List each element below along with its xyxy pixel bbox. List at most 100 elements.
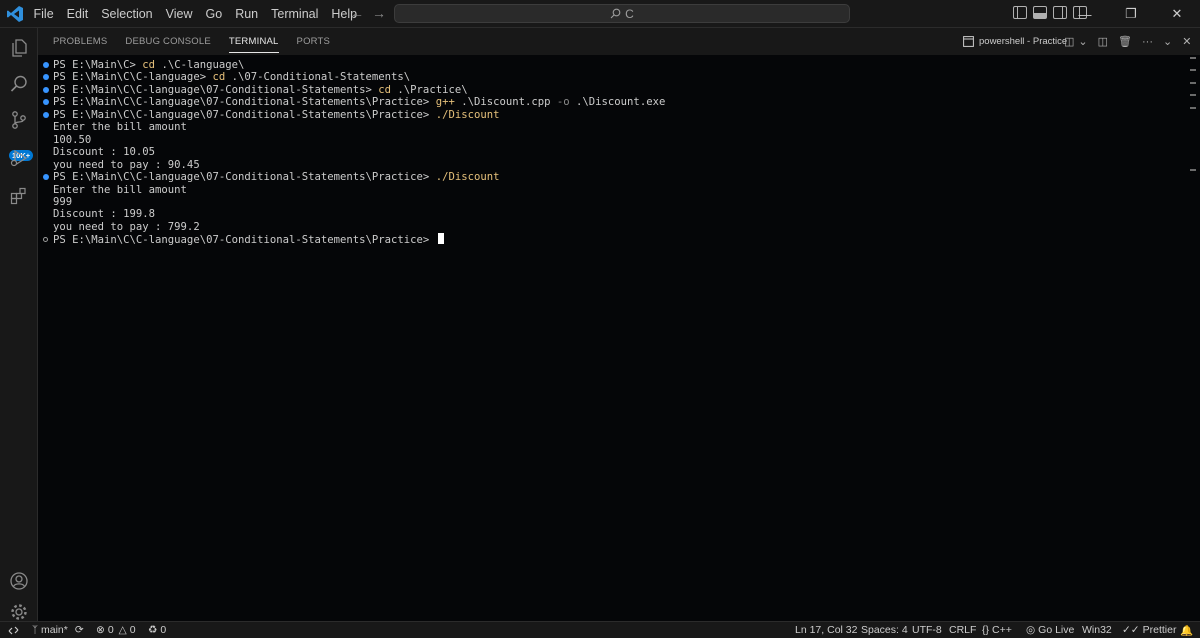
search-icon	[610, 8, 621, 19]
menu-selection[interactable]: Selection	[95, 7, 159, 21]
terminal-dropdown-icon[interactable]: ⌄	[1078, 35, 1087, 48]
command: ./Discount	[435, 108, 500, 121]
terminal-line: PS E:\Main\C\C-language\07-Conditional-S…	[43, 83, 468, 97]
ports-count: 0	[160, 624, 167, 636]
tab-debug-console[interactable]: DEBUG CONSOLE	[125, 28, 210, 55]
command: cd	[142, 59, 156, 71]
end-of-line[interactable]: CRLF	[949, 622, 976, 638]
restore-icon[interactable]: ❐	[1108, 0, 1154, 28]
split-terminal-icon[interactable]: ◫	[1064, 35, 1074, 48]
run-and-debug-icon[interactable]	[0, 140, 38, 176]
go-live-button[interactable]: ◎ Go Live	[1026, 622, 1074, 638]
command: cd	[212, 71, 226, 84]
remote-indicator-icon[interactable]	[0, 622, 27, 638]
prompt: PS E:\Main\C\C-language\07-Conditional-S…	[53, 108, 436, 121]
problems-indicator[interactable]: ⊗ 0 △ 0	[96, 622, 136, 638]
more-actions-icon[interactable]: ···	[1142, 36, 1153, 48]
explorer-icon[interactable]	[0, 30, 38, 66]
terminal-line: PS E:\Main\C\C-language\07-Conditional-S…	[43, 96, 666, 109]
panel: PROBLEMS DEBUG CONSOLE TERMINAL PORTS po…	[38, 28, 1200, 621]
kill-terminal-icon[interactable]: 🗑	[1118, 35, 1132, 48]
broadcast-icon: ◎	[1026, 624, 1036, 636]
output-text: Discount : 10.05	[53, 146, 156, 159]
output-text: you need to pay : 90.45	[53, 158, 200, 171]
terminal-instance[interactable]: powershell - Practice	[963, 28, 1067, 55]
sync-icon[interactable]: ⟳	[75, 624, 84, 636]
command-center-search[interactable]: C	[394, 4, 850, 23]
command-args: .\Discount.exe	[569, 96, 666, 109]
tab-terminal[interactable]: TERMINAL	[228, 28, 279, 55]
branch-name: main*	[41, 624, 68, 636]
vscode-logo-icon	[7, 6, 23, 22]
command-args: .\Practice\	[391, 83, 468, 96]
platform[interactable]: Win32	[1082, 622, 1112, 638]
output-text: Discount : 199.8	[53, 208, 156, 221]
chevron-down-icon[interactable]: ⌄	[1163, 35, 1172, 48]
command-decoration-icon[interactable]	[43, 174, 49, 181]
language-mode[interactable]: {} C++	[982, 622, 1012, 638]
close-icon[interactable]: ✕	[1154, 0, 1200, 28]
command-decoration-icon[interactable]	[43, 62, 49, 68]
split-editor-icon[interactable]: ◫	[1098, 35, 1108, 48]
warning-count: 0	[129, 624, 136, 636]
command-args: .\07-Conditional-Statements\	[225, 71, 411, 84]
command-args: .\C-language\	[155, 59, 245, 71]
toggle-primary-sidebar-icon[interactable]	[1013, 6, 1027, 19]
title-bar: File Edit Selection View Go Run Terminal…	[0, 0, 1200, 28]
panel-tabs: PROBLEMS DEBUG CONSOLE TERMINAL PORTS	[53, 28, 348, 55]
indentation[interactable]: Spaces: 4	[861, 622, 908, 638]
command-args: .\Discount.cpp	[454, 96, 557, 109]
output-text: 999	[53, 195, 73, 208]
command: g++	[435, 96, 455, 109]
terminal-line: you need to pay : 90.45	[53, 159, 200, 172]
notifications-bell-icon[interactable]: 🔔	[1180, 622, 1193, 638]
menu-run[interactable]: Run	[229, 7, 265, 21]
tab-problems[interactable]: PROBLEMS	[53, 28, 107, 55]
warning-icon: △	[118, 624, 127, 636]
prompt: PS E:\Main\C\C-language\07-Conditional-S…	[53, 96, 436, 109]
encoding[interactable]: UTF-8	[912, 622, 942, 638]
terminal-line: PS E:\Main\C\C-language\07-Conditional-S…	[43, 233, 444, 247]
search-view-icon[interactable]	[0, 66, 38, 102]
terminal-title: powershell - Practice	[979, 36, 1068, 47]
back-arrow-icon[interactable]: ←	[349, 5, 365, 21]
menu-file[interactable]: File	[27, 7, 60, 21]
tab-ports[interactable]: PORTS	[297, 28, 331, 55]
forward-arrow-icon[interactable]: →	[371, 5, 387, 21]
menu-terminal[interactable]: Terminal	[265, 7, 325, 21]
prompt: PS E:\Main\C>	[53, 59, 143, 71]
panel-actions: ◫ ⌄ ◫ 🗑 ··· ⌄ ✕	[1064, 28, 1191, 55]
branch-indicator[interactable]: ᛉ main* ⟳	[32, 622, 84, 638]
terminal-line: Discount : 10.05	[53, 146, 155, 159]
minimize-icon[interactable]: —	[1062, 0, 1108, 28]
source-control-icon[interactable]	[0, 102, 38, 138]
terminal-scrollbar-markers[interactable]	[1190, 57, 1196, 527]
command-flag: -o	[556, 96, 570, 109]
close-panel-icon[interactable]: ✕	[1182, 35, 1191, 48]
extensions-icon[interactable]	[0, 178, 38, 214]
menu-view[interactable]: View	[159, 7, 199, 21]
output-text: Enter the bill amount	[53, 121, 187, 134]
menu-bar: File Edit Selection View Go Run Terminal…	[27, 0, 364, 28]
terminal-line: 100.50	[53, 134, 91, 147]
prettier-button[interactable]: ✓✓ Prettier	[1122, 622, 1176, 638]
command-decoration-icon[interactable]	[43, 237, 48, 243]
terminal-output[interactable]: PS E:\Main\C> cd .\C-language\ PS E:\Main…	[38, 55, 1188, 621]
prompt: PS E:\Main\C\C-language\07-Conditional-S…	[53, 234, 436, 247]
terminal-line: Enter the bill amount	[53, 121, 187, 134]
prompt: PS E:\Main\C\C-language\07-Conditional-S…	[53, 171, 436, 184]
command-decoration-icon[interactable]	[43, 74, 49, 81]
command: cd	[378, 83, 392, 96]
status-bar: ᛉ main* ⟳ ⊗ 0 △ 0 ♻ 0 Ln 17, Col 32 Spac…	[0, 621, 1200, 638]
terminal-line: PS E:\Main\C\C-language> cd .\07-Conditi…	[43, 71, 411, 84]
command-decoration-icon[interactable]	[43, 86, 49, 93]
navigation-arrows: ← →	[349, 5, 387, 21]
cursor-position[interactable]: Ln 17, Col 32	[795, 622, 857, 638]
command-decoration-icon[interactable]	[43, 99, 49, 106]
menu-go[interactable]: Go	[199, 7, 229, 21]
ports-indicator[interactable]: ♻ 0	[148, 622, 166, 638]
menu-edit[interactable]: Edit	[60, 7, 95, 21]
error-count: 0	[107, 624, 114, 636]
command-decoration-icon[interactable]	[43, 111, 49, 118]
toggle-panel-icon[interactable]	[1033, 6, 1047, 19]
